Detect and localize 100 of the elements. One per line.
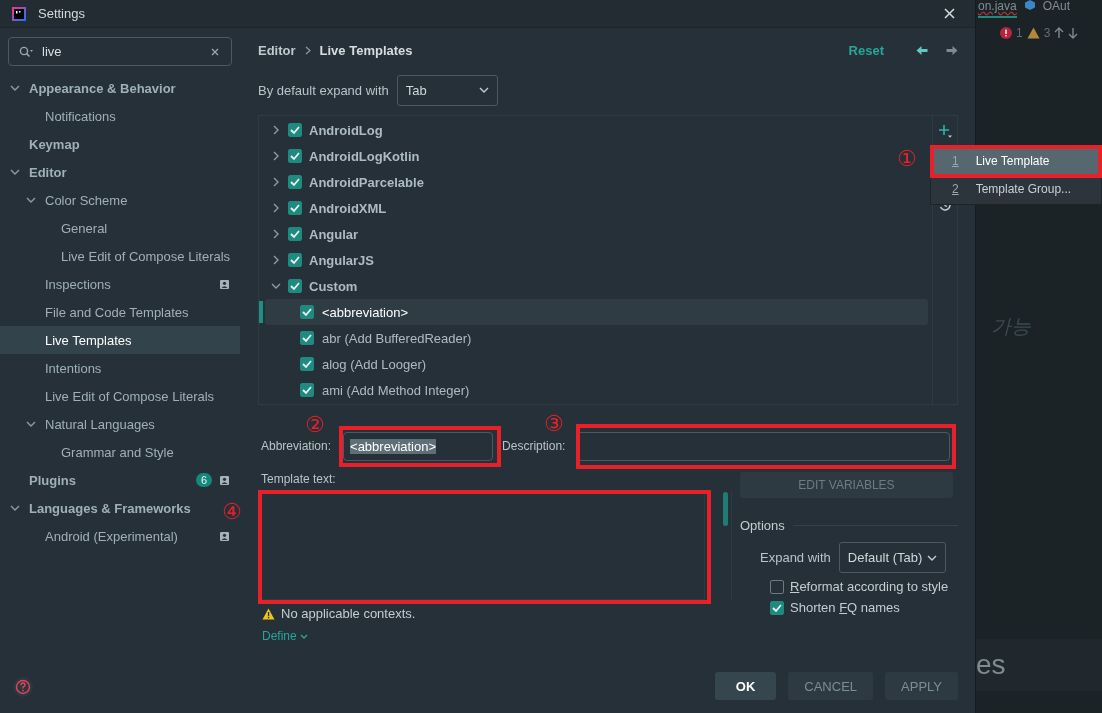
- search-icon: [19, 45, 34, 58]
- define-link[interactable]: Define: [262, 629, 309, 643]
- help-icon[interactable]: [13, 677, 33, 697]
- caret-icon[interactable]: [926, 554, 937, 561]
- forward-arrow-icon[interactable]: [946, 44, 958, 56]
- warning-count: 3: [1043, 26, 1051, 40]
- breadcrumb-item: Live Templates: [319, 42, 413, 58]
- file-icon: [1024, 0, 1035, 10]
- checkbox[interactable]: [288, 149, 302, 163]
- sidebar-item[interactable]: Android (Experimental): [0, 522, 240, 550]
- checkbox[interactable]: [288, 123, 302, 137]
- expand-with-label: Expand with: [760, 550, 831, 565]
- breadcrumb-item[interactable]: Editor: [258, 42, 296, 58]
- count-badge: 6: [195, 473, 212, 487]
- dialog-button[interactable]: APPLY: [885, 672, 958, 700]
- chevron-icon[interactable]: [271, 203, 281, 213]
- template-group-row[interactable]: AndroidLogKotlin: [265, 143, 420, 169]
- checkbox[interactable]: [288, 227, 302, 241]
- chevron-icon[interactable]: [10, 167, 20, 177]
- sidebar-item[interactable]: General: [0, 214, 118, 242]
- template-group-row[interactable]: AndroidXML: [265, 195, 387, 221]
- expand-with-dropdown[interactable]: Default (Tab): [838, 542, 946, 573]
- sidebar-item[interactable]: Languages & Frameworks: [0, 494, 201, 522]
- abbreviation-field[interactable]: <abbreviation>: [343, 431, 494, 461]
- up-arrow-icon[interactable]: [1054, 27, 1065, 39]
- chevron-icon[interactable]: [271, 177, 281, 187]
- sidebar-item[interactable]: File and Code Templates: [0, 298, 199, 326]
- sidebar-item[interactable]: Live Templates: [0, 326, 240, 354]
- warning-icon: [1026, 27, 1040, 39]
- options-heading: Options: [740, 518, 785, 533]
- editor-tab[interactable]: on.java: [978, 0, 1017, 18]
- menu-item[interactable]: 1 Live Template: [931, 147, 1101, 175]
- chevron-icon[interactable]: [271, 151, 281, 161]
- caret-icon[interactable]: [478, 87, 489, 93]
- chevron-icon[interactable]: [26, 195, 36, 205]
- add-icon[interactable]: [938, 124, 952, 138]
- checkbox-label[interactable]: Reformat according to style: [790, 579, 949, 594]
- template-row[interactable]: ami (Add Method Integer): [265, 377, 470, 403]
- sidebar-item[interactable]: Grammar and Style: [0, 438, 184, 466]
- checkbox[interactable]: [288, 253, 302, 267]
- sidebar-item[interactable]: Natural Languages: [0, 410, 165, 438]
- caret-icon[interactable]: [300, 634, 309, 640]
- chevron-icon[interactable]: [10, 503, 20, 513]
- chevron-icon[interactable]: [271, 125, 281, 135]
- template-group-row[interactable]: AndroidLog: [265, 117, 383, 143]
- reset-link[interactable]: Reset: [848, 42, 884, 58]
- template-group-row[interactable]: Custom: [265, 273, 358, 299]
- sidebar-item[interactable]: Plugins 6: [0, 466, 240, 494]
- annotation-number: ②: [305, 413, 325, 437]
- sidebar-item[interactable]: Keymap: [0, 130, 90, 158]
- chevron-icon: [303, 45, 312, 55]
- chevron-icon[interactable]: [271, 255, 281, 265]
- checkbox[interactable]: [770, 600, 784, 615]
- checkbox[interactable]: [770, 579, 784, 594]
- checkbox[interactable]: [288, 279, 302, 293]
- template-row[interactable]: abr (Add BufferedReader): [265, 325, 472, 351]
- menu-item[interactable]: 2 Template Group...: [931, 175, 1101, 203]
- template-row[interactable]: alog (Add Looger): [265, 351, 427, 377]
- checkbox[interactable]: [300, 305, 314, 319]
- sidebar-item[interactable]: Color Scheme: [0, 186, 138, 214]
- template-group-row[interactable]: Angular: [265, 221, 359, 247]
- dialog-button[interactable]: OK: [714, 672, 777, 700]
- template-group-row[interactable]: AndroidParcelable: [265, 169, 424, 195]
- sidebar-item[interactable]: Live Edit of Compose Literals: [0, 242, 241, 270]
- chevron-icon[interactable]: [10, 83, 20, 93]
- checkbox[interactable]: [300, 383, 314, 397]
- chevron-icon[interactable]: [271, 229, 281, 239]
- sidebar-item[interactable]: Editor: [0, 158, 77, 186]
- sidebar-item[interactable]: Inspections: [0, 270, 240, 298]
- annotation-number: ④: [222, 500, 242, 524]
- dialog-button[interactable]: CANCEL: [788, 672, 874, 700]
- checkbox[interactable]: [300, 331, 314, 345]
- warning-text: No applicable contexts.: [281, 606, 416, 621]
- sidebar-item[interactable]: Appearance & Behavior: [0, 74, 186, 102]
- sidebar-item[interactable]: Intentions: [0, 354, 112, 382]
- sidebar-item[interactable]: Notifications: [0, 102, 126, 130]
- clear-icon[interactable]: [211, 47, 219, 56]
- back-arrow-icon[interactable]: [916, 44, 928, 56]
- search-field[interactable]: live: [8, 37, 232, 66]
- checkbox[interactable]: [300, 357, 314, 371]
- annotation-number: ③: [544, 412, 564, 436]
- expand-dropdown[interactable]: Tab: [396, 74, 498, 106]
- abbreviation-label: Abbreviation:: [260, 439, 332, 453]
- checkbox-label[interactable]: Shorten FQ names: [790, 600, 900, 615]
- chevron-icon[interactable]: [26, 419, 36, 429]
- checkbox[interactable]: [288, 201, 302, 215]
- error-count: 1: [1016, 26, 1023, 40]
- editor-tab[interactable]: OAut: [1042, 0, 1071, 12]
- description-label: Description:: [501, 439, 566, 453]
- close-icon[interactable]: [944, 8, 955, 19]
- warning-icon: [262, 607, 275, 620]
- chevron-icon[interactable]: [271, 281, 281, 291]
- down-arrow-icon[interactable]: [1068, 27, 1079, 39]
- template-group-row[interactable]: AngularJS: [265, 247, 374, 273]
- sidebar-item[interactable]: Live Edit of Compose Literals: [0, 382, 225, 410]
- annotation-number: ①: [897, 147, 917, 171]
- window-title: Settings: [38, 6, 86, 21]
- template-text-label: Template text:: [260, 472, 337, 488]
- expand-label: By default expand with: [258, 82, 389, 98]
- checkbox[interactable]: [288, 175, 302, 189]
